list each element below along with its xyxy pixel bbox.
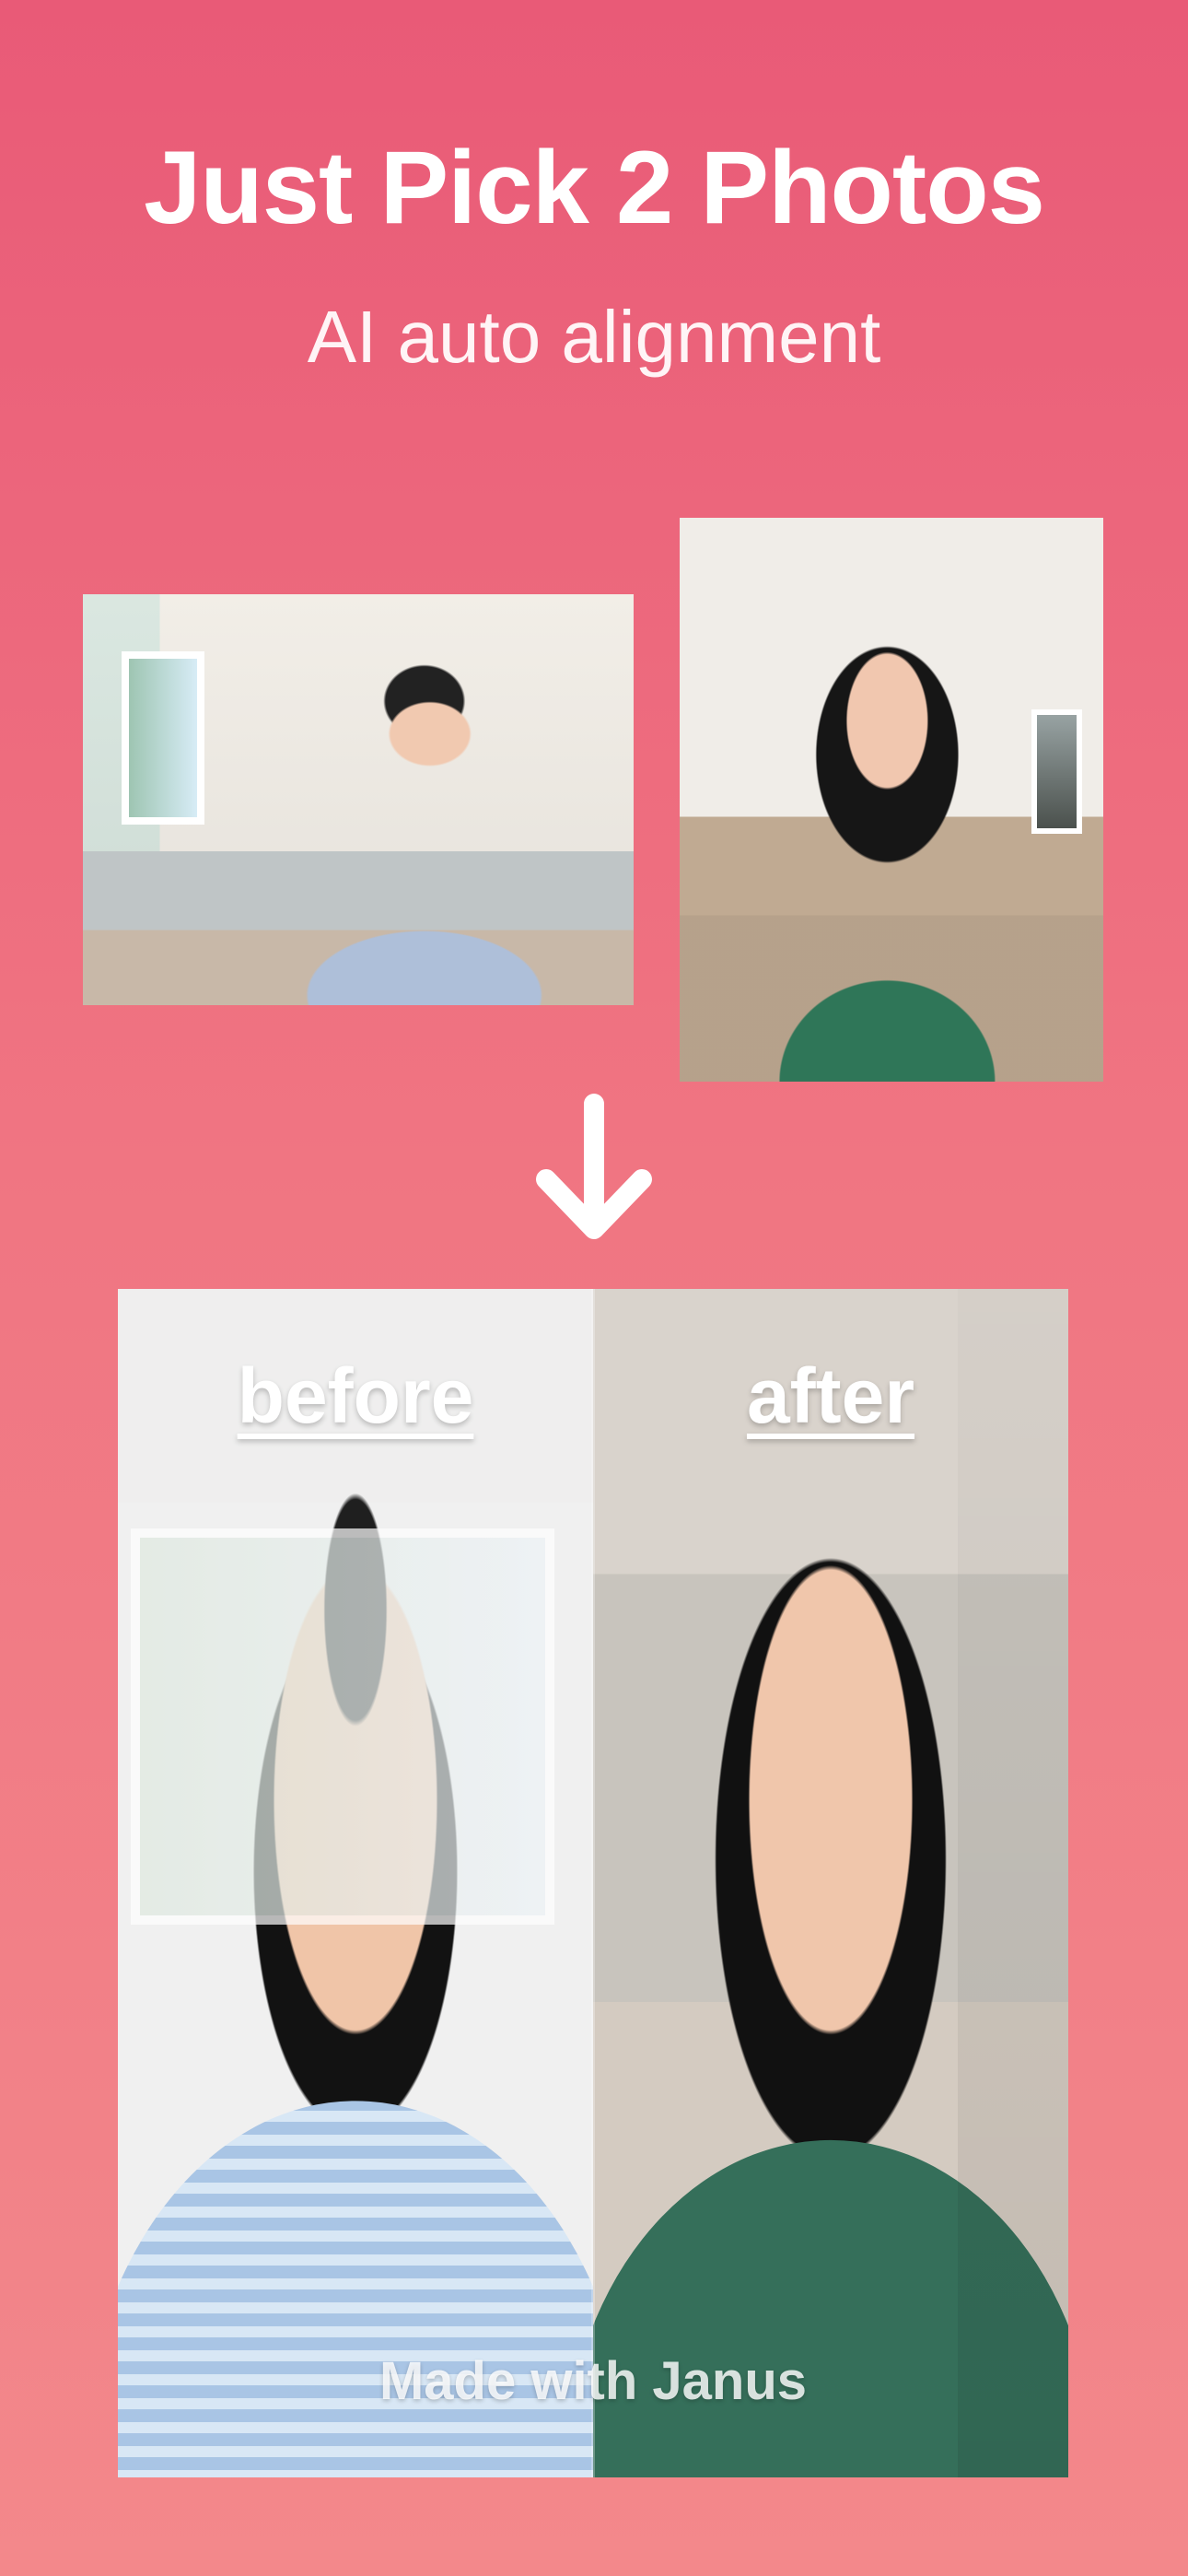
page-subtitle: AI auto alignment bbox=[307, 296, 881, 378]
source-photo-left bbox=[83, 594, 634, 1005]
before-label: before bbox=[237, 1352, 474, 1439]
before-photo: before bbox=[118, 1289, 593, 2477]
after-photo: after bbox=[593, 1289, 1068, 2477]
arrow-down-icon bbox=[536, 1094, 652, 1239]
source-photo-right bbox=[680, 518, 1103, 1082]
comparison-divider bbox=[591, 1289, 595, 2477]
page-title: Just Pick 2 Photos bbox=[144, 130, 1045, 245]
watermark-text: Made with Janus bbox=[379, 2351, 808, 2411]
after-label: after bbox=[746, 1352, 915, 1439]
before-after-comparison: before after Made with Janus bbox=[118, 1289, 1068, 2477]
